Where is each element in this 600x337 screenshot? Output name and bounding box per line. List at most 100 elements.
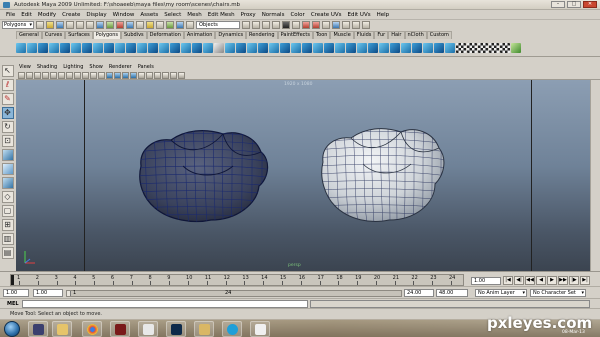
gate-mask-icon[interactable] xyxy=(74,71,81,79)
objects-field[interactable]: Objects xyxy=(196,21,240,29)
select-hierarchy-icon[interactable] xyxy=(66,21,74,29)
poly-helix-icon[interactable] xyxy=(115,42,125,53)
poly-prism-icon[interactable] xyxy=(82,42,92,53)
mask-rendering-icon[interactable] xyxy=(156,21,164,29)
minimize-button[interactable]: – xyxy=(551,1,565,8)
shelf-tab-fur[interactable]: Fur xyxy=(374,31,389,39)
fill-hole-icon[interactable] xyxy=(335,42,345,53)
current-frame-field[interactable]: 1.00 xyxy=(471,277,501,285)
uv-unfold-icon[interactable] xyxy=(478,42,488,53)
character-set-dropdown[interactable]: No Character Set xyxy=(530,289,586,297)
shelf-tab-polygons[interactable]: Polygons xyxy=(92,31,121,39)
chair-mesh-light[interactable] xyxy=(317,124,447,224)
playback-range-bar[interactable]: 1 24 xyxy=(66,290,402,297)
input-line-icon[interactable] xyxy=(332,21,340,29)
boolean-intersection-icon[interactable] xyxy=(203,42,213,53)
select-tool-icon[interactable]: ↖ xyxy=(1,65,14,77)
scale-tool-icon[interactable]: ⊡ xyxy=(1,135,14,147)
menu-window[interactable]: Window xyxy=(110,12,138,18)
separate-icon[interactable] xyxy=(148,42,158,53)
safe-title-icon[interactable] xyxy=(98,71,105,79)
bevel-icon[interactable] xyxy=(280,42,290,53)
panel-menu-show[interactable]: Show xyxy=(86,64,106,70)
poly-sphere-icon[interactable] xyxy=(16,42,26,53)
resolution-gate-icon[interactable] xyxy=(66,71,73,79)
poly-soccer-icon[interactable] xyxy=(126,42,136,53)
render-settings-icon[interactable] xyxy=(322,21,330,29)
quadrangulate-icon[interactable] xyxy=(401,42,411,53)
sculpt-geometry-icon[interactable] xyxy=(357,42,367,53)
select-component-icon[interactable] xyxy=(86,21,94,29)
history-icon[interactable] xyxy=(292,21,300,29)
menu-mesh[interactable]: Mesh xyxy=(184,12,204,18)
panel-menu-lighting[interactable]: Lighting xyxy=(60,64,86,70)
bridge-icon[interactable] xyxy=(269,42,279,53)
select-object-icon[interactable] xyxy=(76,21,84,29)
wedge-face-icon[interactable] xyxy=(313,42,323,53)
shelf-tab-toon[interactable]: Toon xyxy=(312,31,331,39)
extract-icon[interactable] xyxy=(159,42,169,53)
menu-color[interactable]: Color xyxy=(287,12,307,18)
shelf-tab-hair[interactable]: Hair xyxy=(388,31,405,39)
shelf-tab-animation[interactable]: Animation xyxy=(183,31,216,39)
persp-graph-layout-icon[interactable]: ▤ xyxy=(1,247,14,259)
merge-icon[interactable] xyxy=(291,42,301,53)
taskbar-maya-icon[interactable] xyxy=(110,321,130,337)
bookmarks-icon[interactable] xyxy=(34,71,41,79)
menu-edit-uvs[interactable]: Edit UVs xyxy=(345,12,374,18)
mel-input[interactable] xyxy=(22,300,308,308)
menu-select[interactable]: Select xyxy=(161,12,184,18)
ipr-render-icon[interactable] xyxy=(312,21,320,29)
uv-relax-icon[interactable] xyxy=(489,42,499,53)
rotate-tool-icon[interactable]: ↻ xyxy=(1,121,14,133)
make-hole-icon[interactable] xyxy=(346,42,356,53)
uv-grid-icon[interactable] xyxy=(500,42,510,53)
shelf-tab-fluids[interactable]: Fluids xyxy=(353,31,375,39)
poly-pipe-icon[interactable] xyxy=(104,42,114,53)
boolean-union-icon[interactable] xyxy=(181,42,191,53)
universal-manipulator-icon[interactable] xyxy=(1,149,14,161)
menu-edit[interactable]: Edit xyxy=(18,12,35,18)
poly-cone-icon[interactable] xyxy=(49,42,59,53)
cylindrical-mapping-icon[interactable] xyxy=(423,42,433,53)
step-back-frame-button[interactable]: ◀| xyxy=(514,276,524,285)
playback-start-field[interactable]: 1.00 xyxy=(33,289,63,297)
last-tool-used-icon[interactable]: ◇ xyxy=(1,191,14,203)
mask-surfaces-icon[interactable] xyxy=(126,21,134,29)
taskbar-media-icon[interactable] xyxy=(250,321,270,337)
step-forward-frame-button[interactable]: |▶ xyxy=(569,276,579,285)
highlight-selection-icon[interactable] xyxy=(186,21,194,29)
spherical-mapping-icon[interactable] xyxy=(434,42,444,53)
playback-end-field[interactable]: 24.00 xyxy=(404,289,434,297)
split-polygon-icon[interactable] xyxy=(236,42,246,53)
panel-menu-shading[interactable]: Shading xyxy=(34,64,60,70)
isolate-select-icon[interactable] xyxy=(178,71,185,79)
grid-icon[interactable] xyxy=(50,71,57,79)
chair-mesh-dark[interactable] xyxy=(133,126,273,224)
go-to-start-button[interactable]: |◀ xyxy=(503,276,513,285)
uv-checker-icon[interactable] xyxy=(456,42,466,53)
taskbar-after-effects-icon[interactable] xyxy=(28,321,48,337)
taskbar-chrome-icon[interactable] xyxy=(82,321,102,337)
attribute-editor-toggle-icon[interactable] xyxy=(342,21,350,29)
taskbar-folder-icon[interactable] xyxy=(52,321,72,337)
mask-joints-icon[interactable] xyxy=(106,21,114,29)
soft-modify-icon[interactable] xyxy=(368,42,378,53)
move-tool-icon[interactable]: ✥ xyxy=(1,107,14,119)
extrude-icon[interactable] xyxy=(258,42,268,53)
menu-create[interactable]: Create xyxy=(59,12,83,18)
start-button-icon[interactable] xyxy=(4,321,20,337)
open-scene-icon[interactable] xyxy=(46,21,54,29)
menu-display[interactable]: Display xyxy=(83,12,109,18)
taskbar-explorer-icon[interactable] xyxy=(194,321,214,337)
panel-menu-renderer[interactable]: Renderer xyxy=(106,64,135,70)
animation-end-field[interactable]: 48.00 xyxy=(436,289,468,297)
menu-assets[interactable]: Assets xyxy=(137,12,161,18)
menu-help[interactable]: Help xyxy=(374,12,393,18)
menu-modify[interactable]: Modify xyxy=(35,12,59,18)
single-perspective-layout-icon[interactable]: ▢ xyxy=(1,205,14,217)
step-back-key-button[interactable]: ◀◀ xyxy=(525,276,535,285)
shelf-tab-deformation[interactable]: Deformation xyxy=(146,31,184,39)
timeline-track[interactable]: 1 2 3 4 5 6 7 8 9 10 11 12 13 14 15 16 17 18 19 20 21 22 23 24 xyxy=(10,274,464,286)
safe-action-icon[interactable] xyxy=(90,71,97,79)
